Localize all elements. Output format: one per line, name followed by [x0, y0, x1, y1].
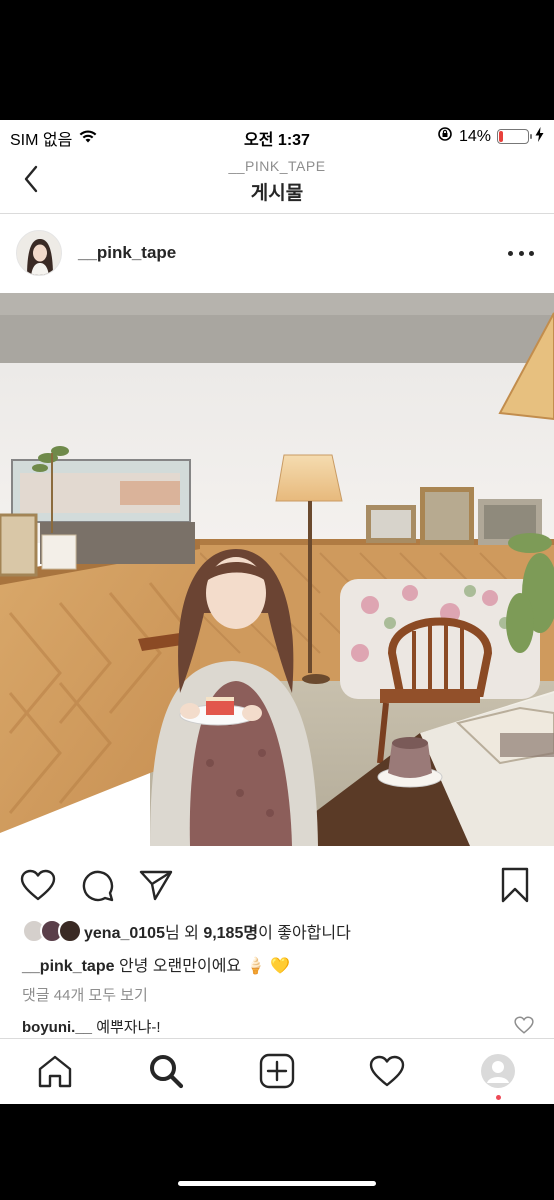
battery-icon	[497, 129, 532, 144]
home-indicator[interactable]	[178, 1181, 376, 1186]
charging-icon	[535, 126, 544, 147]
post-username[interactable]: __pink_tape	[78, 243, 176, 263]
liker-avatar	[58, 919, 82, 943]
profile-notification-dot	[496, 1095, 501, 1100]
more-options-button[interactable]	[508, 243, 534, 263]
share-icon	[139, 870, 173, 901]
post-actions	[0, 846, 554, 916]
battery-level-fill	[499, 131, 503, 142]
post-photo[interactable]	[0, 293, 554, 846]
likes-text-mid: 님 외	[164, 925, 204, 942]
view-all-comments-link[interactable]: 댓글 44개 모두 보기	[22, 984, 148, 1005]
tab-home[interactable]	[35, 1051, 75, 1091]
tab-search[interactable]	[146, 1051, 186, 1091]
heart-icon	[514, 1016, 534, 1034]
add-post-icon	[259, 1053, 295, 1089]
tab-profile[interactable]	[478, 1051, 518, 1091]
heart-icon	[20, 869, 56, 901]
comment-button[interactable]	[78, 866, 116, 904]
nav-subtitle: __PINK_TAPE	[228, 158, 326, 174]
status-bar: SIM 없음 오전 1:37 14%	[0, 120, 554, 150]
likes-summary[interactable]: yena_0105님 외 9,185명이 좋아합니다	[22, 916, 351, 946]
more-dot	[508, 250, 513, 256]
tab-activity[interactable]	[367, 1051, 407, 1091]
bookmark-button[interactable]	[496, 866, 534, 904]
comment-item: boyuni.__ 예뿌자냐-!	[22, 1016, 538, 1037]
orientation-lock-icon	[437, 126, 453, 147]
caption-username[interactable]: __pink_tape	[22, 958, 114, 975]
comment-like-button[interactable]	[514, 1016, 534, 1036]
comment-text: 예뿌자냐-!	[96, 1019, 161, 1036]
comment-username[interactable]: boyuni.__	[22, 1019, 92, 1036]
liker-username[interactable]: yena_0105	[84, 925, 165, 942]
home-icon	[38, 1055, 72, 1088]
comment-icon	[82, 870, 114, 902]
likes-text-end: 이 좋아합니다	[258, 925, 351, 942]
more-dot	[518, 250, 524, 256]
more-dot	[529, 250, 534, 256]
bottom-tab-bar	[0, 1038, 554, 1104]
activity-heart-icon	[369, 1055, 405, 1087]
search-icon	[150, 1055, 184, 1089]
post-header: __pink_tape	[0, 215, 554, 292]
bookmark-icon	[501, 867, 529, 903]
liker-avatars	[22, 919, 82, 943]
caption-text: 안녕 오랜만이에요 🍦 💛	[118, 958, 290, 975]
avatar[interactable]	[16, 230, 62, 276]
likes-count[interactable]: 9,185명	[203, 925, 258, 942]
instagram-post-screen: SIM 없음 오전 1:37 14% __PINK_TAPE 게시물 __pin…	[0, 120, 554, 1104]
profile-icon	[481, 1054, 515, 1088]
like-button[interactable]	[19, 866, 57, 904]
tab-new-post[interactable]	[257, 1051, 297, 1091]
post-caption: __pink_tape 안녕 오랜만이에요 🍦 💛	[22, 952, 290, 976]
battery-percent: 14%	[458, 127, 491, 145]
page-title: 게시물	[250, 183, 304, 204]
share-button[interactable]	[137, 866, 175, 904]
nav-header: __PINK_TAPE 게시물	[0, 150, 554, 214]
status-right: 14%	[437, 126, 544, 147]
